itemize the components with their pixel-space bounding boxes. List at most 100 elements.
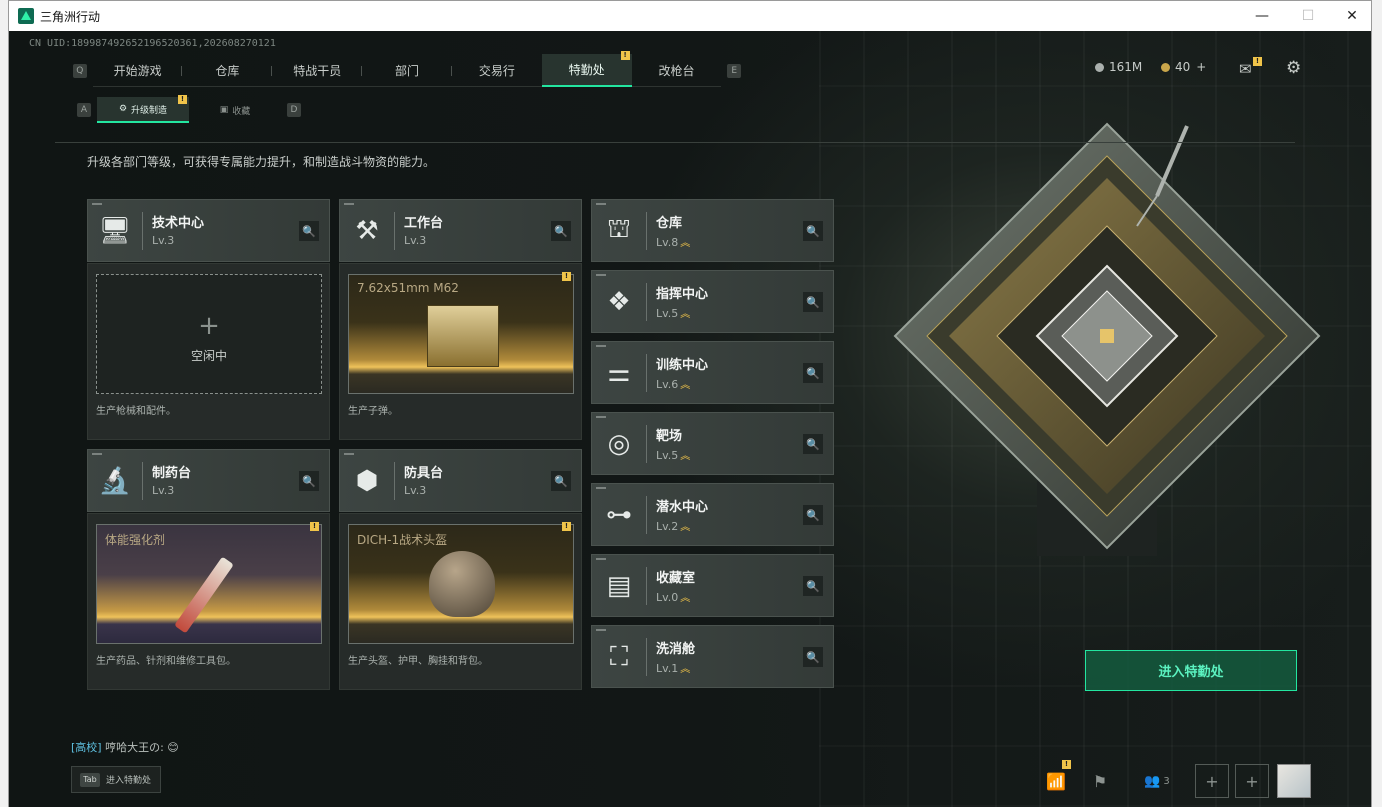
card-tick [596,203,606,205]
chat-channel: [高校] [71,741,102,754]
search-icon[interactable]: 🔍 [803,221,823,241]
card-footer: 生产头盔、护甲、胸挂和背包。 [348,656,488,667]
app-window: 三角洲行动 — ☐ ✕ CN UID:189987492652196520361… [8,0,1372,807]
nav-prev-key[interactable]: Q [73,63,87,78]
dept-range[interactable]: ◎ 靶场 Lv.5 ︽ 🔍 [591,412,834,475]
card-pharmacy[interactable]: 🔬 制药台 Lv.3 🔍 [87,449,330,512]
dept-name: 潜水中心 [656,500,709,515]
idle-label: 空闲中 [190,349,227,363]
divider [394,462,395,500]
search-icon[interactable]: 🔍 [803,292,823,312]
flag-icon[interactable]: ⚑ [1083,764,1117,798]
tab-warehouse[interactable]: 仓库 [182,54,273,87]
dept-level: Lv.2 [656,520,679,533]
production-slot-stim[interactable]: 体能强化剂 ! [96,522,322,644]
dept-level-row: Lv.8 ︽ [656,234,690,249]
title-bar: 三角洲行动 — ☐ ✕ [9,1,1371,31]
item-name: 体能强化剂 [105,533,166,547]
card-footer: 生产枪械和配件。 [96,406,176,417]
subtab-upgrade-label: 升级制造 [131,105,168,116]
subnav-prev-key[interactable]: A [77,103,91,117]
dept-warehouse[interactable]: ⛫ 仓库 Lv.8 ︽ 🔍 [591,199,834,262]
tab-trade[interactable]: 交易行 [451,54,542,87]
minimize-button[interactable]: — [1239,1,1285,31]
mail-button[interactable]: ✉! [1239,57,1262,78]
close-button[interactable]: ✕ [1329,1,1375,31]
enter-special-ops-button[interactable]: 进入特勤处 [1085,650,1297,691]
tab-hint-label: 进入特勤处 [106,776,152,786]
dept-level: Lv.0 [656,591,679,604]
production-slot-helmet[interactable]: DICH-1战术头盔 ! [348,522,574,644]
tab-hint-button[interactable]: Tab 进入特勤处 [71,766,161,793]
empty-production-slot[interactable]: + 空闲中 [96,274,322,394]
dept-name: 靶场 [656,429,683,444]
search-icon[interactable]: 🔍 [803,434,823,454]
alert-badge-icon: ! [1253,57,1262,66]
tab-gunsmith[interactable]: 改枪台 [631,54,722,87]
currency-display: 161M [1095,60,1142,74]
card-tick [344,453,354,455]
card-tech-center[interactable]: 🖥 技术中心 Lv.3 🔍 [87,199,330,262]
nav-next-key[interactable]: E [727,63,742,78]
search-icon[interactable]: 🔍 [551,471,571,491]
ticket-display[interactable]: 40 + [1161,60,1206,74]
alert-badge-icon: ! [562,522,571,531]
divider [646,638,647,676]
search-icon[interactable]: 🔍 [803,505,823,525]
card-level: Lv.3 [152,234,175,247]
helmet-icon [429,551,495,617]
dept-dive[interactable]: ⊶ 潜水中心 Lv.2 ︽ 🔍 [591,483,834,546]
divider [394,212,395,250]
card-tick [92,453,102,455]
search-icon[interactable]: 🔍 [803,576,823,596]
tab-special-ops[interactable]: 特勤处! [541,51,632,87]
production-slot-ammo[interactable]: 7.62x51mm M62 ! [348,272,574,394]
tab-operators[interactable]: 特战干员 [272,54,363,87]
dumbbell-icon: ⚌ [607,358,631,388]
tab-department[interactable]: 部门 [362,54,452,87]
squad-button[interactable]: 👥 3 [1137,764,1177,798]
search-icon[interactable]: 🔍 [299,221,319,241]
subtab-collect[interactable]: ▣ 收藏 [189,97,281,123]
alert-badge-icon: ! [178,95,187,104]
settings-gear-icon[interactable]: ⚙ [1286,58,1301,78]
search-icon[interactable]: 🔍 [803,363,823,383]
dept-name: 仓库 [656,216,683,231]
card-tick [596,558,606,560]
ammo-box-icon [427,305,499,367]
dept-name: 训练中心 [656,358,709,373]
add-friend-button-2[interactable]: + [1235,764,1269,798]
subtab-upgrade[interactable]: ⚙ 升级制造! [97,95,189,123]
subnav-next-key[interactable]: D [287,103,301,117]
item-name: 7.62x51mm M62 [357,281,459,295]
collection-icon: ▤ [606,571,632,601]
sub-nav: A ⚙ 升级制造! ▣ 收藏 D [71,95,307,123]
dept-level-row: Lv.2 ︽ [656,518,690,533]
slot-panel-tech: + 空闲中 生产枪械和配件。 [87,263,330,440]
subtab-collect-label: 收藏 [232,106,251,117]
search-icon[interactable]: 🔍 [803,647,823,667]
add-ticket-button[interactable]: + [1196,60,1206,74]
collect-icon: ▣ [219,105,229,115]
add-friend-button-1[interactable]: + [1195,764,1229,798]
dept-decon[interactable]: ⛶ 洗消舱 Lv.1 ︽ 🔍 [591,625,834,688]
currency-icon [1095,62,1104,72]
app-logo-icon [18,8,34,24]
tab-start-game[interactable]: 开始游戏 [92,54,183,87]
stats-icon[interactable]: 📶! [1039,760,1073,798]
alert-badge-icon: ! [562,272,571,281]
maximize-button[interactable]: ☐ [1285,1,1331,31]
game-viewport: CN UID:189987492652196520361,20260827012… [9,31,1371,807]
search-icon[interactable]: 🔍 [299,471,319,491]
card-armor-bench[interactable]: ⬢ 防具台 Lv.3 🔍 [339,449,582,512]
dept-level-row: Lv.5 ︽ [656,447,690,462]
dept-collection[interactable]: ▤ 收藏室 Lv.0 ︽ 🔍 [591,554,834,617]
dept-training[interactable]: ⚌ 训练中心 Lv.6 ︽ 🔍 [591,341,834,404]
card-workbench[interactable]: ⚒ 工作台 Lv.3 🔍 [339,199,582,262]
alert-badge-icon: ! [310,522,319,531]
dept-command[interactable]: ❖ 指挥中心 Lv.5 ︽ 🔍 [591,270,834,333]
avatar[interactable] [1277,764,1311,798]
slot-panel-workbench: 7.62x51mm M62 ! 生产子弹。 [339,263,582,440]
search-icon[interactable]: 🔍 [551,221,571,241]
dept-level-row: Lv.5 ︽ [656,305,690,320]
